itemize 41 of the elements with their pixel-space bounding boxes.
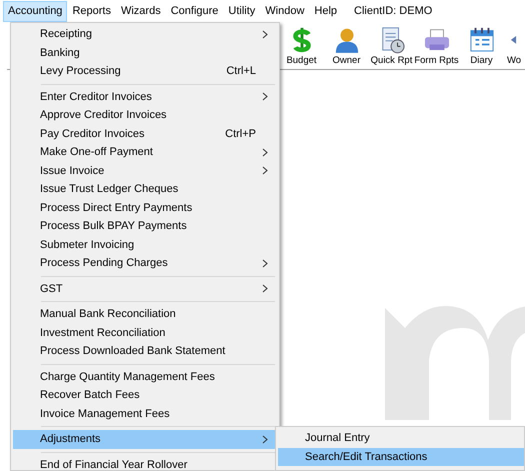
menu-item[interactable]: Recover Batch Fees	[13, 386, 276, 404]
shortcut-label: Ctrl+L	[226, 64, 256, 79]
menu-item[interactable]: Make One-off Payment	[13, 143, 276, 162]
menu-item[interactable]: Investment Reconciliation	[13, 324, 276, 342]
menu-item[interactable]: Charge Quantity Management Fees	[13, 368, 276, 386]
menu-item[interactable]: Manual Bank Reconciliation	[13, 305, 276, 324]
menu-bar-item[interactable]: Accounting	[3, 0, 68, 22]
toolbar-button[interactable]: Budget	[279, 22, 324, 69]
menu-item[interactable]: Process Direct Entry Payments	[13, 198, 276, 217]
menu-item[interactable]: Enter Creditor Invoices	[13, 88, 276, 106]
menu-bar-item[interactable]: Reports	[67, 0, 116, 22]
toolbar-button[interactable]: Wo	[504, 22, 522, 69]
menu-bar-item[interactable]: Window	[260, 0, 310, 22]
menu-bar-item[interactable]: Wizards	[116, 0, 166, 22]
toolbar-icon	[510, 36, 517, 44]
menu-bar-item[interactable]: Utility	[223, 0, 260, 22]
menu-item[interactable]: Approve Creditor Invoices	[13, 106, 276, 124]
menu-bar-item[interactable]: Help	[309, 0, 342, 22]
toolbar-button[interactable]: Owner	[324, 22, 369, 69]
toolbar-button[interactable]: Diary	[459, 22, 504, 69]
menu-item[interactable]: Journal Entry	[278, 429, 524, 448]
menu-item[interactable]: Issue Trust Ledger Cheques	[13, 180, 276, 198]
menu-item[interactable]: Search/Edit Transactions	[278, 448, 524, 466]
menu-item[interactable]: Process Bulk BPAY Payments	[13, 217, 276, 236]
menu-item[interactable]: Adjustments	[13, 430, 276, 448]
menu-item[interactable]: Invoice Management Fees	[13, 404, 276, 423]
menu-item[interactable]: End of Financial Year Rollover	[13, 456, 276, 471]
toolbar-button[interactable]: Form Rpts	[414, 22, 459, 69]
menu-item[interactable]: Receipting	[13, 25, 276, 44]
menu-item[interactable]: Issue Invoice	[13, 162, 276, 180]
menu-item[interactable]: GST	[13, 280, 276, 298]
menu-bar-item[interactable]: Configure	[166, 0, 224, 22]
menu-item[interactable]: Banking	[13, 44, 276, 62]
client-id-label: ClientID: DEMO	[354, 4, 432, 19]
menu-item[interactable]: Levy Processing Ctrl+L	[13, 62, 276, 80]
menu-item[interactable]: Pay Creditor Invoices Ctrl+P	[13, 124, 276, 143]
shortcut-label: Ctrl+P	[225, 126, 256, 142]
menu-item[interactable]: Process Pending Charges	[13, 254, 276, 272]
menu-item[interactable]: Process Downloaded Bank Statement	[13, 342, 276, 360]
menu-item[interactable]: Submeter Invoicing	[13, 236, 276, 254]
toolbar-button[interactable]: Quick Rpt	[369, 22, 414, 69]
